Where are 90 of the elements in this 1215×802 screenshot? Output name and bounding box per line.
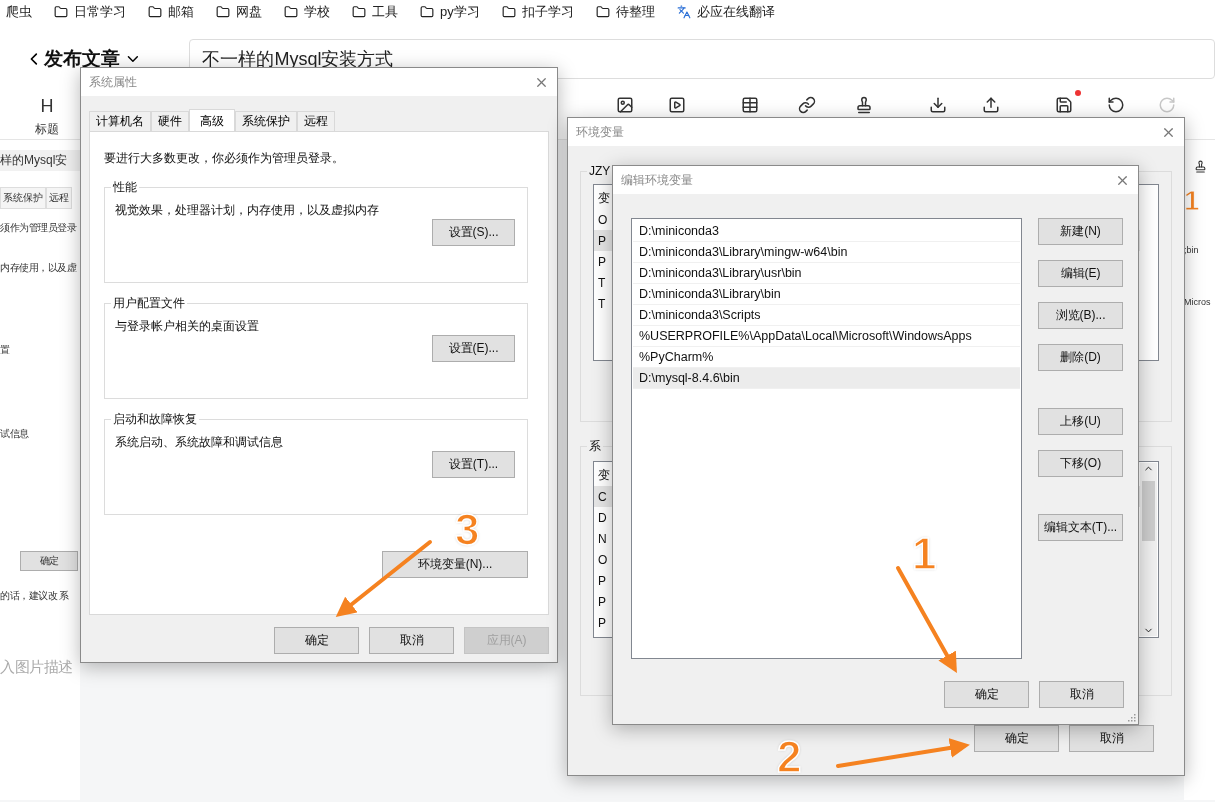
column-header: 变 — [597, 467, 611, 484]
bookmark[interactable]: 工具 — [352, 3, 398, 21]
notice-text: 要进行大多数更改，你必须作为管理员登录。 — [104, 150, 345, 167]
translate-icon — [676, 5, 691, 19]
upload-icon[interactable] — [982, 96, 1000, 114]
folder-icon — [352, 5, 366, 19]
folder-icon — [216, 5, 230, 19]
tab[interactable]: 系统保护 — [235, 111, 297, 131]
side-button[interactable]: 删除(D) — [1038, 344, 1123, 371]
window-title: 系统属性 — [89, 73, 137, 91]
group-title: 系 — [588, 438, 602, 455]
dialog-button[interactable]: 确定 — [944, 681, 1029, 708]
tab[interactable]: 高级 — [189, 109, 235, 132]
dialog-button[interactable]: 确定 — [974, 725, 1059, 752]
side-button[interactable]: 编辑文本(T)... — [1038, 514, 1123, 541]
text-fragment: 须作为管理员登录 — [0, 221, 78, 235]
bookmark[interactable]: 扣子学习 — [501, 3, 574, 21]
window-title: 编辑环境变量 — [621, 171, 693, 189]
settings-button[interactable]: 设置(T)... — [432, 451, 515, 478]
bookmark[interactable]: 网盘 — [216, 3, 262, 21]
folder-icon — [54, 5, 68, 19]
tab[interactable]: 计算机名 — [89, 111, 151, 131]
environment-variables-button[interactable]: 环境变量(N)... — [382, 551, 528, 578]
tab[interactable]: 远程 — [297, 111, 335, 131]
group-description: 视觉效果，处理器计划，内存使用，以及虚拟内存 — [115, 202, 380, 219]
stamp-icon[interactable] — [855, 96, 873, 114]
table-icon[interactable] — [741, 96, 759, 114]
side-button[interactable]: 下移(O) — [1038, 450, 1123, 477]
group-title: 启动和故障恢复 — [112, 411, 198, 428]
group-description: 系统启动、系统故障和调试信息 — [115, 434, 284, 451]
text-fragment: 试信息 — [0, 427, 30, 441]
dialog-button[interactable]: 取消 — [1069, 725, 1154, 752]
folder-icon — [148, 5, 162, 19]
dialog-button[interactable]: 取消 — [1039, 681, 1124, 708]
page-title: 发布文章 — [43, 47, 120, 71]
side-button[interactable]: 上移(U) — [1038, 408, 1123, 435]
column-header: 变 — [597, 190, 611, 207]
resize-grip-icon[interactable] — [1126, 712, 1136, 722]
settings-button[interactable]: 设置(S)... — [432, 219, 515, 246]
folder-icon — [501, 5, 516, 19]
group-title: JZY — [588, 164, 612, 178]
step-number: 2 — [777, 735, 802, 779]
window-title: 环境变量 — [576, 123, 624, 141]
heading-glyph[interactable]: H — [40, 96, 54, 117]
text-fragment: 置 — [0, 343, 11, 357]
group-title: 性能 — [112, 179, 138, 196]
video-icon[interactable] — [668, 96, 686, 114]
tab-fragment: 远程 — [46, 187, 72, 209]
stamp-icon — [1194, 160, 1207, 175]
bookmark[interactable]: 爬虫 — [6, 3, 32, 21]
bookmark[interactable]: 日常学习 — [54, 3, 126, 21]
folder-icon — [284, 5, 298, 19]
side-button[interactable]: 新建(N) — [1038, 218, 1123, 245]
bookmark[interactable]: 学校 — [284, 3, 330, 21]
side-button[interactable]: 浏览(B)... — [1038, 302, 1123, 329]
bookmark[interactable]: 邮箱 — [148, 3, 194, 21]
side-button[interactable]: 编辑(E) — [1038, 260, 1123, 287]
path-row[interactable]: D:\mysql-8.4.6\bin — [633, 368, 1020, 389]
path-row[interactable]: %USERPROFILE%\AppData\Local\Microsoft\WindowsApps — [633, 326, 1020, 347]
bookmark[interactable]: 必应在线翻译 — [676, 3, 775, 21]
tab-fragment: 系统保护 — [0, 187, 46, 209]
dialog-button[interactable]: 确定 — [274, 627, 359, 654]
text-fragment: 样的Mysql安 — [0, 150, 80, 171]
scrollbar[interactable] — [1140, 463, 1157, 636]
step-number: 1 — [1184, 187, 1200, 215]
group-title: 用户配置文件 — [112, 295, 186, 312]
settings-button[interactable]: 设置(E)... — [432, 335, 515, 362]
download-icon[interactable] — [929, 96, 947, 114]
text-fragment: ;bin — [1184, 245, 1199, 255]
path-row[interactable]: D:\miniconda3 — [633, 221, 1020, 242]
folder-icon — [420, 5, 434, 19]
button-fragment: 确定 — [20, 551, 78, 571]
path-row[interactable]: D:\miniconda3\Library\usr\bin — [633, 263, 1020, 284]
image-icon[interactable] — [616, 96, 634, 114]
tab[interactable]: 硬件 — [151, 111, 189, 131]
path-row[interactable]: D:\miniconda3\Library\mingw-w64\bin — [633, 242, 1020, 263]
bookmark[interactable]: 待整理 — [595, 3, 655, 21]
bookmark[interactable]: py学习 — [420, 3, 480, 21]
folder-icon — [595, 5, 610, 19]
undo-icon[interactable] — [1107, 96, 1125, 114]
text-fragment: Micros — [1184, 297, 1211, 307]
caption-hint: 入图片描述 — [0, 658, 74, 677]
link-icon[interactable] — [798, 96, 816, 114]
dialog-button[interactable]: 取消 — [369, 627, 454, 654]
text-fragment: 的话，建议改 系 — [0, 589, 70, 603]
text-fragment: 内存使用，以及虚 — [0, 261, 78, 275]
path-row[interactable]: D:\miniconda3\Library\bin — [633, 284, 1020, 305]
group-description: 与登录帐户相关的桌面设置 — [115, 318, 260, 335]
toolbar-label: 标题 — [35, 121, 59, 138]
path-row[interactable]: D:\miniconda3\Scripts — [633, 305, 1020, 326]
